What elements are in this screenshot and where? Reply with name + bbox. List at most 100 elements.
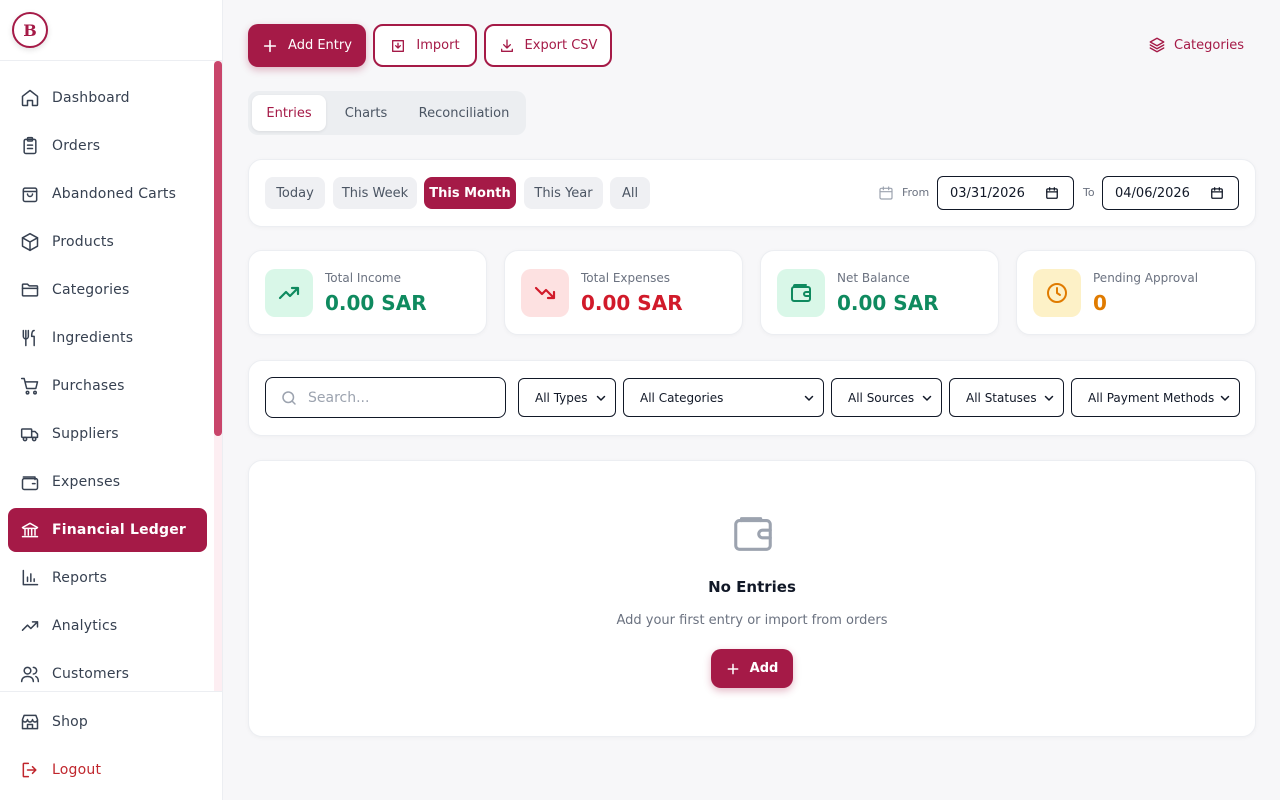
stat-title: Total Expenses: [581, 271, 671, 285]
bag-icon: [20, 184, 40, 204]
sidebar-item-categories[interactable]: Categories: [8, 268, 207, 312]
chevron-down-icon: [803, 392, 815, 404]
calendar-icon[interactable]: [1045, 186, 1059, 200]
sidebar-item-customers[interactable]: Customers: [8, 652, 207, 691]
sidebar-item-logout[interactable]: Logout: [8, 748, 207, 792]
trending-down-icon: [521, 269, 569, 317]
sidebar-item-label: Shop: [52, 714, 89, 730]
sidebar-footer: Shop Logout: [0, 691, 222, 800]
import-label: Import: [416, 38, 460, 53]
period-all[interactable]: All: [610, 177, 650, 209]
sidebar-scrollbar-track[interactable]: [214, 61, 222, 691]
wallet-icon: [20, 472, 40, 492]
categories-link[interactable]: Categories: [1148, 36, 1244, 54]
stat-net-balance: Net Balance 0.00 SAR: [760, 250, 999, 335]
to-date-value: 04/06/2026: [1115, 185, 1190, 201]
sidebar-item-label: Financial Ledger: [52, 522, 187, 538]
bank-icon: [20, 520, 40, 540]
home-icon: [20, 88, 40, 108]
sidebar-item-label: Suppliers: [52, 426, 119, 442]
empty-title: No Entries: [708, 578, 796, 596]
users-icon: [20, 664, 40, 684]
clock-icon: [1033, 269, 1081, 317]
sidebar-item-expenses[interactable]: Expenses: [8, 460, 207, 504]
stat-value: 0.00 SAR: [837, 291, 939, 315]
sidebar-item-ingredients[interactable]: Ingredients: [8, 316, 207, 360]
tab-reconciliation[interactable]: Reconciliation: [406, 95, 522, 131]
sidebar-item-purchases[interactable]: Purchases: [8, 364, 207, 408]
wallet-icon: [730, 511, 776, 557]
sidebar-item-label: Abandoned Carts: [52, 186, 177, 202]
utensils-icon: [20, 328, 40, 348]
sidebar-item-reports[interactable]: Reports: [8, 556, 207, 600]
categories-link-label: Categories: [1174, 37, 1245, 53]
sidebar-item-products[interactable]: Products: [8, 220, 207, 264]
sidebar-item-suppliers[interactable]: Suppliers: [8, 412, 207, 456]
search-placeholder: Search...: [308, 389, 370, 406]
sidebar-item-label: Logout: [52, 762, 102, 778]
chevron-down-icon: [1043, 392, 1055, 404]
export-csv-label: Export CSV: [524, 38, 598, 53]
status-select[interactable]: All Statuses: [949, 378, 1064, 417]
source-select-value: All Sources: [848, 390, 915, 405]
view-tabs: Entries Charts Reconciliation: [248, 91, 526, 135]
chevron-down-icon: [1219, 392, 1231, 404]
from-label: From: [902, 186, 930, 199]
stat-title: Net Balance: [837, 271, 910, 285]
source-select[interactable]: All Sources: [831, 378, 942, 417]
sidebar-item-label: Categories: [52, 282, 130, 298]
tab-charts[interactable]: Charts: [330, 95, 402, 131]
period-this-month[interactable]: This Month: [424, 177, 516, 209]
import-button[interactable]: Import: [373, 24, 477, 67]
payment-method-select-value: All Payment Methods: [1088, 390, 1215, 405]
to-date-input[interactable]: 04/06/2026: [1102, 176, 1239, 210]
category-select[interactable]: All Categories: [623, 378, 824, 417]
period-today[interactable]: Today: [265, 177, 325, 209]
sidebar-item-label: Analytics: [52, 618, 118, 634]
box-icon: [20, 232, 40, 252]
sidebar-item-financial-ledger[interactable]: Financial Ledger: [8, 508, 207, 552]
sidebar-item-analytics[interactable]: Analytics: [8, 604, 207, 648]
sidebar-item-abandoned-carts[interactable]: Abandoned Carts: [8, 172, 207, 216]
sidebar: B Dashboard Orders Abandoned Carts Produ…: [0, 0, 223, 800]
add-entry-button[interactable]: Add Entry: [248, 24, 366, 67]
brand-logo[interactable]: B: [12, 12, 48, 48]
sidebar-item-label: Expenses: [52, 474, 121, 490]
filter-card: Search... All Types All Categories All S…: [248, 360, 1256, 436]
chevron-down-icon: [595, 392, 607, 404]
import-icon: [390, 38, 406, 54]
stat-pending-approval: Pending Approval 0: [1016, 250, 1256, 335]
stat-title: Pending Approval: [1093, 271, 1199, 285]
payment-method-select[interactable]: All Payment Methods: [1071, 378, 1240, 417]
period-filter-card: Today This Week This Month This Year All…: [248, 159, 1256, 227]
sidebar-nav: Dashboard Orders Abandoned Carts Product…: [0, 61, 222, 691]
status-select-value: All Statuses: [966, 390, 1037, 405]
sidebar-item-shop[interactable]: Shop: [8, 700, 207, 744]
sidebar-item-dashboard[interactable]: Dashboard: [8, 76, 207, 120]
sidebar-item-label: Orders: [52, 138, 101, 154]
from-date-input[interactable]: 03/31/2026: [937, 176, 1074, 210]
sidebar-item-label: Ingredients: [52, 330, 134, 346]
trending-up-icon: [265, 269, 313, 317]
stat-total-income: Total Income 0.00 SAR: [248, 250, 487, 335]
tab-entries[interactable]: Entries: [252, 95, 326, 131]
sidebar-scrollbar-thumb[interactable]: [214, 61, 222, 436]
stat-value: 0.00 SAR: [325, 291, 427, 315]
type-select[interactable]: All Types: [518, 378, 616, 417]
chevron-down-icon: [921, 392, 933, 404]
sidebar-item-label: Purchases: [52, 378, 125, 394]
export-csv-button[interactable]: Export CSV: [484, 24, 612, 67]
period-this-year[interactable]: This Year: [524, 177, 603, 209]
from-date-value: 03/31/2026: [950, 185, 1025, 201]
folder-icon: [20, 280, 40, 300]
calendar-icon[interactable]: [1210, 186, 1224, 200]
search-input[interactable]: Search...: [265, 377, 506, 418]
period-this-week[interactable]: This Week: [333, 177, 417, 209]
download-icon: [499, 38, 515, 54]
add-entry-empty-button[interactable]: Add: [711, 649, 793, 688]
logout-icon: [20, 760, 40, 780]
search-icon: [280, 389, 298, 407]
sidebar-item-orders[interactable]: Orders: [8, 124, 207, 168]
truck-icon: [20, 424, 40, 444]
type-select-value: All Types: [535, 390, 588, 405]
